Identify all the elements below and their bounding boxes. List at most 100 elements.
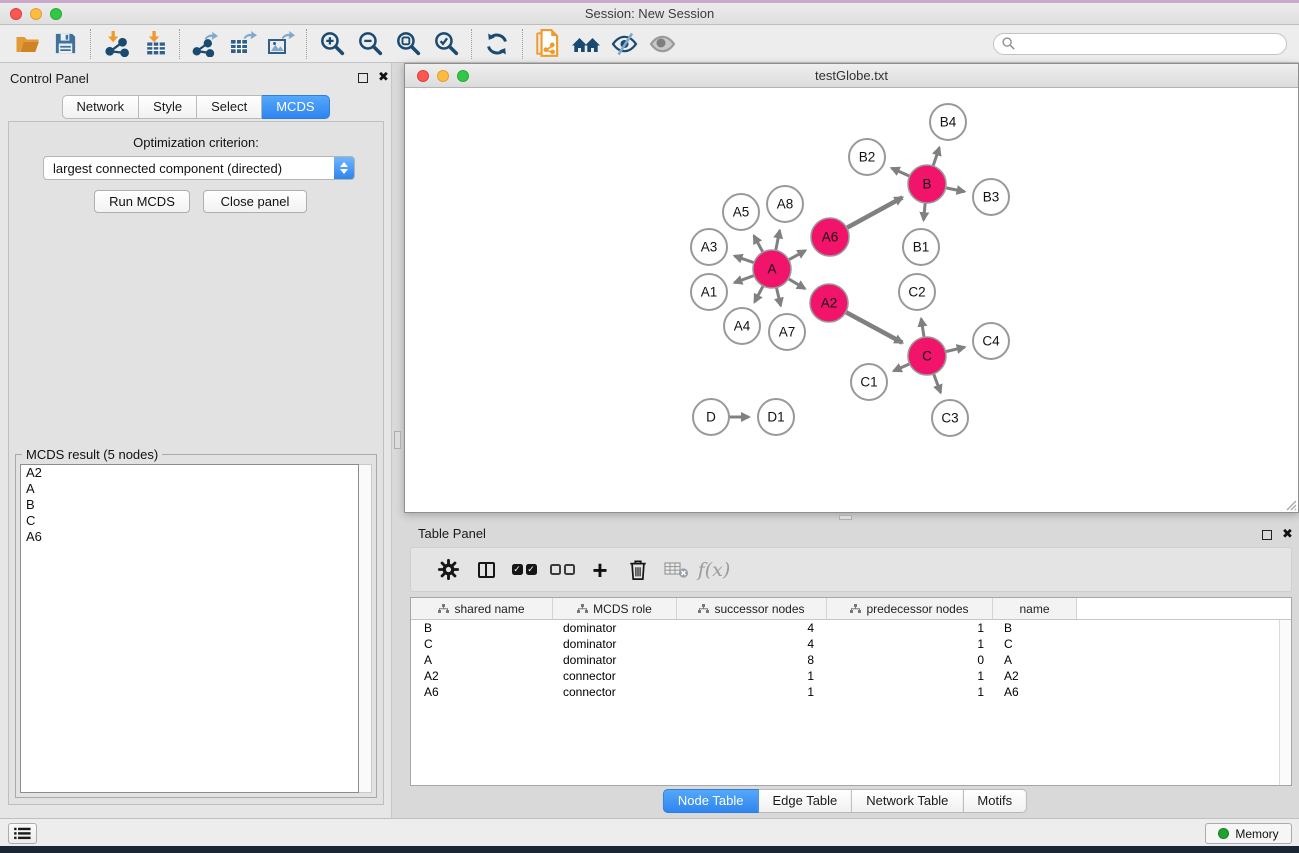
tab-network-table[interactable]: Network Table [852, 789, 963, 813]
column-header-mcds-role[interactable]: MCDS role [553, 598, 677, 619]
show-graphics-details-icon[interactable] [643, 28, 681, 60]
graph-edge-A-A3[interactable] [734, 256, 755, 263]
minimize-window-button[interactable] [30, 8, 42, 20]
tab-motifs[interactable]: Motifs [963, 789, 1027, 813]
table-row[interactable]: A6connector11A6 [411, 684, 1279, 700]
graph-node-A2[interactable]: A2 [810, 284, 848, 322]
network-zoom-button[interactable] [457, 70, 469, 82]
graph-node-D[interactable]: D [693, 399, 729, 435]
network-canvas[interactable]: B4B2BB3A5A8A6A3AB1A1C2A2A4A7CC4C1C3DD1 [405, 88, 1298, 512]
select-all-icon[interactable]: ✓✓ [505, 551, 543, 589]
delete-icon[interactable] [619, 551, 657, 589]
tab-network[interactable]: Network [61, 95, 139, 119]
float-panel-icon[interactable] [358, 73, 368, 83]
tab-edge-table[interactable]: Edge Table [758, 789, 852, 813]
graph-edge-A-A1[interactable] [734, 275, 756, 283]
graph-edge-A2-C[interactable] [844, 311, 902, 343]
import-network-icon[interactable] [97, 28, 135, 60]
graph-edge-A-A7[interactable] [776, 286, 781, 306]
result-list-item[interactable]: C [21, 513, 358, 529]
graph-node-B2[interactable]: B2 [849, 139, 885, 175]
graph-node-C2[interactable]: C2 [899, 274, 935, 310]
graph-node-B4[interactable]: B4 [930, 104, 966, 140]
graph-edge-A-A6[interactable] [787, 251, 806, 261]
graph-node-A6[interactable]: A6 [811, 218, 849, 256]
result-list-item[interactable]: A [21, 481, 358, 497]
graph-edge-B-B4[interactable] [932, 148, 939, 168]
close-panel-icon[interactable]: ✖ [378, 70, 389, 84]
graph-node-C4[interactable]: C4 [973, 323, 1009, 359]
float-table-panel-icon[interactable] [1262, 530, 1272, 540]
column-header-shared-name[interactable]: shared name [411, 598, 553, 619]
deselect-all-icon[interactable] [543, 551, 581, 589]
graph-edge-A-A4[interactable] [755, 284, 765, 302]
graph-node-B[interactable]: B [908, 165, 946, 203]
table-row[interactable]: Bdominator41B [411, 620, 1279, 636]
zoom-in-icon[interactable] [313, 28, 351, 60]
graph-node-B3[interactable]: B3 [973, 179, 1009, 215]
search-input[interactable] [1020, 37, 1278, 51]
zoom-out-icon[interactable] [351, 28, 389, 60]
graph-node-A4[interactable]: A4 [724, 308, 760, 344]
graph-edge-B-B1[interactable] [924, 201, 926, 220]
tab-node-table[interactable]: Node Table [663, 789, 759, 813]
column-header-name[interactable]: name [993, 598, 1077, 619]
graph-node-B1[interactable]: B1 [903, 229, 939, 265]
graph-node-A3[interactable]: A3 [691, 229, 727, 265]
graph-node-A8[interactable]: A8 [767, 186, 803, 222]
graph-node-C3[interactable]: C3 [932, 400, 968, 436]
run-mcds-button[interactable]: Run MCDS [94, 190, 190, 213]
close-panel-button[interactable]: Close panel [203, 190, 307, 213]
export-image-icon[interactable] [262, 28, 300, 60]
graph-node-C[interactable]: C [908, 337, 946, 375]
table-row[interactable]: Cdominator41C [411, 636, 1279, 652]
resize-grip-icon[interactable] [1283, 497, 1297, 511]
graph-node-D1[interactable]: D1 [758, 399, 794, 435]
task-history-button[interactable] [8, 823, 37, 844]
refresh-layout-icon[interactable] [478, 28, 516, 60]
graph-edge-B-B3[interactable] [944, 187, 965, 191]
column-header-predecessor-nodes[interactable]: predecessor nodes [827, 598, 993, 619]
import-table-icon[interactable] [135, 28, 173, 60]
tab-style[interactable]: Style [139, 95, 197, 119]
close-table-panel-icon[interactable]: ✖ [1282, 527, 1293, 541]
criterion-select[interactable]: largest connected component (directed) [43, 156, 355, 180]
result-list-item[interactable]: A6 [21, 529, 358, 545]
export-table-icon[interactable] [224, 28, 262, 60]
result-list-item[interactable]: A2 [21, 465, 358, 481]
network-close-button[interactable] [417, 70, 429, 82]
zoom-fit-icon[interactable] [389, 28, 427, 60]
hide-graphics-details-icon[interactable] [605, 28, 643, 60]
column-header-successor-nodes[interactable]: successor nodes [677, 598, 827, 619]
graph-edge-C-C2[interactable] [921, 319, 924, 340]
graph-edge-C-C4[interactable] [944, 347, 965, 352]
split-view-icon[interactable] [467, 551, 505, 589]
zoom-selected-icon[interactable] [427, 28, 465, 60]
tab-mcds[interactable]: MCDS [262, 95, 329, 119]
graph-edge-A-A5[interactable] [754, 236, 764, 254]
graph-node-A5[interactable]: A5 [723, 194, 759, 230]
result-list-item[interactable]: B [21, 497, 358, 513]
graph-edge-B-B2[interactable] [892, 168, 912, 177]
graph-edge-C-C1[interactable] [894, 363, 912, 371]
open-folder-icon[interactable] [8, 28, 46, 60]
graph-node-A7[interactable]: A7 [769, 314, 805, 350]
gear-icon[interactable] [429, 551, 467, 589]
table-scrollbar[interactable] [1279, 620, 1291, 785]
graph-node-C1[interactable]: C1 [851, 364, 887, 400]
save-icon[interactable] [46, 28, 84, 60]
graph-edge-A-A8[interactable] [775, 230, 779, 252]
home-icon[interactable] [567, 28, 605, 60]
graph-edge-A-A2[interactable] [787, 278, 805, 289]
memory-button[interactable]: Memory [1205, 823, 1292, 844]
table-row[interactable]: A2connector11A2 [411, 668, 1279, 684]
network-file-icon[interactable] [529, 28, 567, 60]
graph-node-A[interactable]: A [753, 250, 791, 288]
network-minimize-button[interactable] [437, 70, 449, 82]
graph-edge-A6-B[interactable] [845, 197, 903, 228]
graph-edge-C-C3[interactable] [933, 372, 941, 393]
close-window-button[interactable] [10, 8, 22, 20]
add-column-icon[interactable]: + [581, 551, 619, 589]
export-network-icon[interactable] [186, 28, 224, 60]
panel-divider-handle[interactable] [394, 431, 401, 449]
